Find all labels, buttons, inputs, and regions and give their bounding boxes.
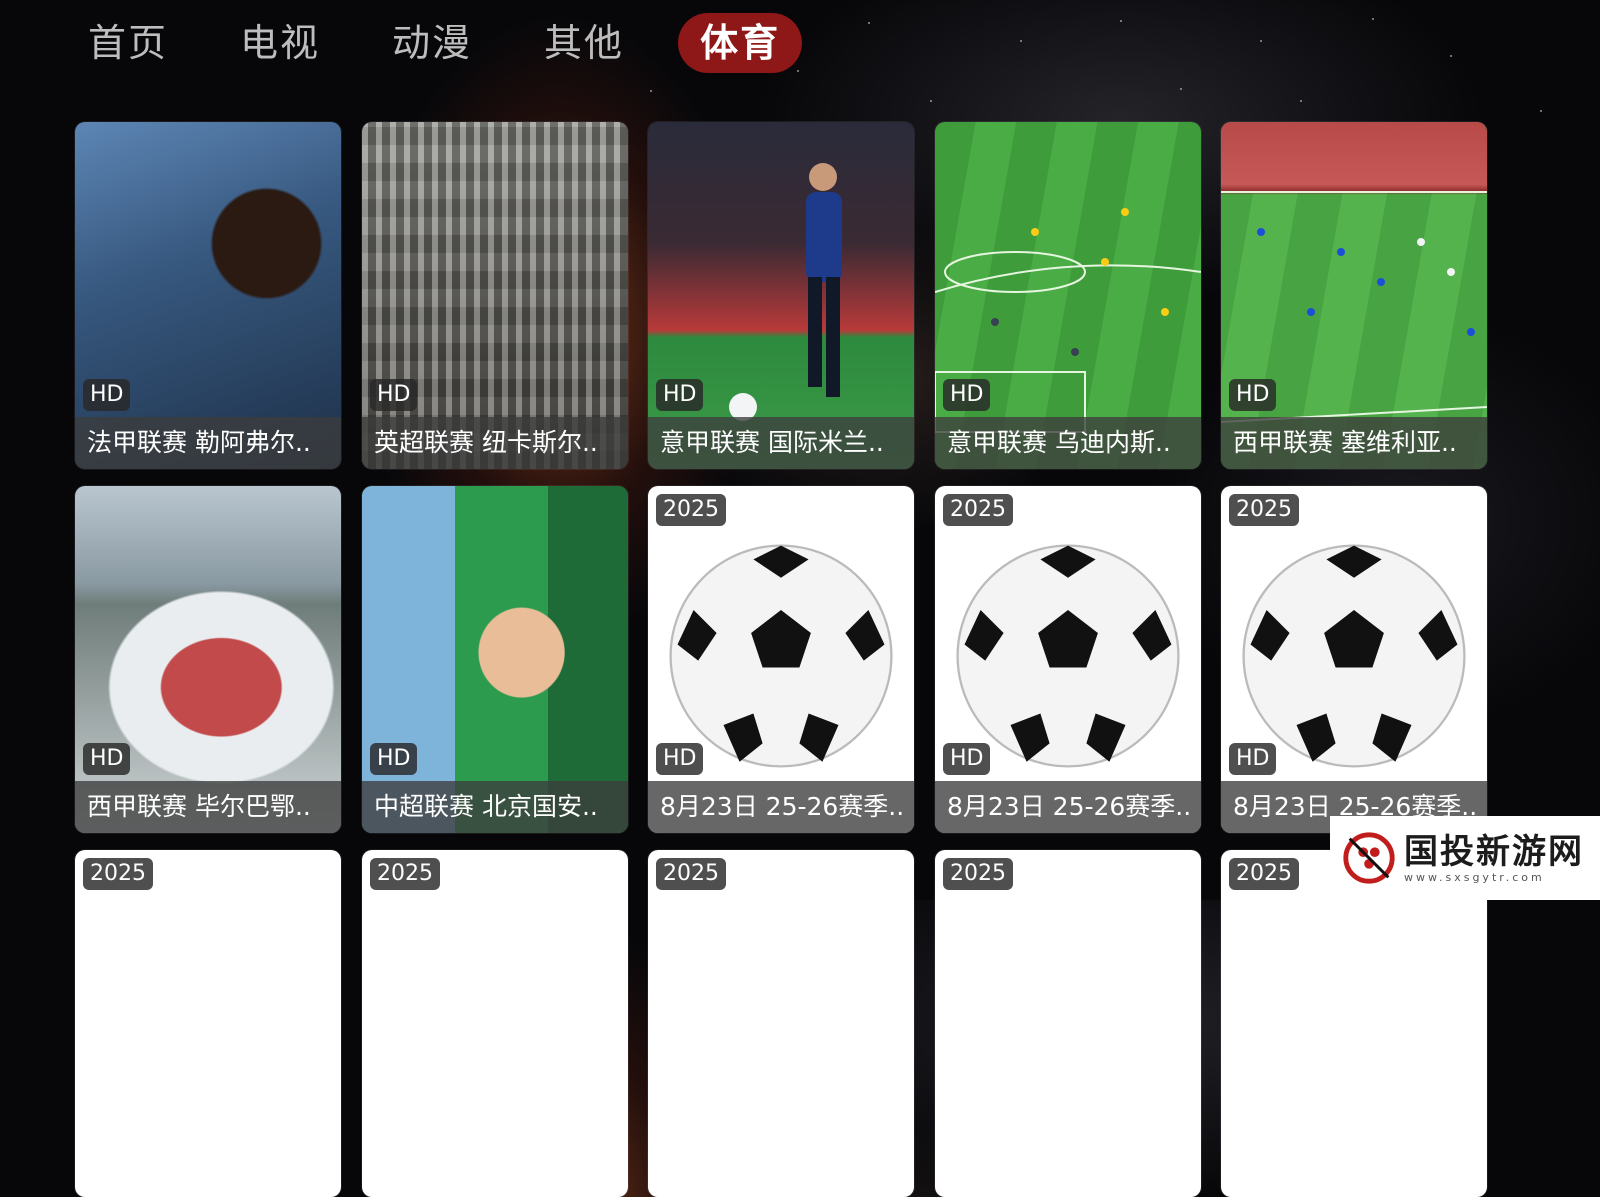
year-badge: 2025 [656, 858, 726, 890]
year-badge: 2025 [370, 858, 440, 890]
video-title: 8月23日 25-26赛季.. [648, 781, 914, 833]
tab-anime[interactable]: 动漫 [374, 13, 490, 73]
video-card[interactable]: 2025 HD 8月23日 25-26赛季.. [935, 486, 1201, 833]
tab-sports[interactable]: 体育 [678, 13, 803, 73]
video-card[interactable]: HD 意甲联赛 乌迪内斯.. [935, 122, 1201, 469]
hd-badge: HD [1229, 743, 1277, 775]
video-thumbnail [648, 850, 914, 1197]
hd-badge: HD [370, 379, 418, 411]
watermark-logo-icon [1343, 832, 1395, 884]
year-badge: 2025 [943, 858, 1013, 890]
category-tab-bar: 首页 电视 动漫 其他 体育 [70, 12, 838, 74]
hd-badge: HD [943, 743, 991, 775]
hd-badge: HD [370, 743, 418, 775]
video-card[interactable]: 2025 [648, 850, 914, 1197]
video-card[interactable]: 2025 [935, 850, 1201, 1197]
video-card[interactable]: HD 中超联赛 北京国安.. [362, 486, 628, 833]
video-thumbnail [75, 850, 341, 1197]
soccer-ball-icon [1242, 544, 1466, 768]
year-badge: 2025 [83, 858, 153, 890]
hd-badge: HD [656, 379, 704, 411]
video-card[interactable]: 2025 HD 8月23日 25-26赛季.. [648, 486, 914, 833]
video-card[interactable]: HD 西甲联赛 毕尔巴鄂.. [75, 486, 341, 833]
video-card[interactable]: HD 西甲联赛 塞维利亚.. [1221, 122, 1487, 469]
video-card[interactable]: HD 意甲联赛 国际米兰.. [648, 122, 914, 469]
hd-badge: HD [83, 379, 131, 411]
tab-tv[interactable]: 电视 [222, 13, 338, 73]
video-thumbnail [362, 850, 628, 1197]
video-card[interactable]: HD 英超联赛 纽卡斯尔.. [362, 122, 628, 469]
site-watermark: 国投新游网 www.sxsgytr.com [1330, 816, 1600, 900]
year-badge: 2025 [1229, 494, 1299, 526]
year-badge: 2025 [656, 494, 726, 526]
video-card[interactable]: 2025 HD 8月23日 25-26赛季.. [1221, 486, 1487, 833]
watermark-title: 国投新游网 [1404, 831, 1584, 872]
tab-home[interactable]: 首页 [70, 13, 186, 73]
hd-badge: HD [656, 743, 704, 775]
soccer-ball-icon [956, 544, 1180, 768]
watermark-url: www.sxsgytr.com [1404, 870, 1545, 884]
hd-badge: HD [1229, 379, 1277, 411]
video-title: 中超联赛 北京国安.. [362, 781, 628, 833]
video-title: 意甲联赛 乌迪内斯.. [935, 417, 1201, 469]
year-badge: 2025 [1229, 858, 1299, 890]
video-title: 英超联赛 纽卡斯尔.. [362, 417, 628, 469]
soccer-ball-icon [669, 544, 893, 768]
video-title: 8月23日 25-26赛季.. [935, 781, 1201, 833]
video-card[interactable]: 2025 [1221, 850, 1487, 1197]
video-thumbnail [1221, 850, 1487, 1197]
video-card[interactable]: 2025 [75, 850, 341, 1197]
video-title: 西甲联赛 毕尔巴鄂.. [75, 781, 341, 833]
tab-other[interactable]: 其他 [526, 13, 642, 73]
video-title: 西甲联赛 塞维利亚.. [1221, 417, 1487, 469]
video-thumbnail [935, 850, 1201, 1197]
hd-badge: HD [83, 743, 131, 775]
video-title: 意甲联赛 国际米兰.. [648, 417, 914, 469]
hd-badge: HD [943, 379, 991, 411]
video-title: 法甲联赛 勒阿弗尔.. [75, 417, 341, 469]
video-card[interactable]: 2025 [362, 850, 628, 1197]
video-card[interactable]: HD 法甲联赛 勒阿弗尔.. [75, 122, 341, 469]
year-badge: 2025 [943, 494, 1013, 526]
